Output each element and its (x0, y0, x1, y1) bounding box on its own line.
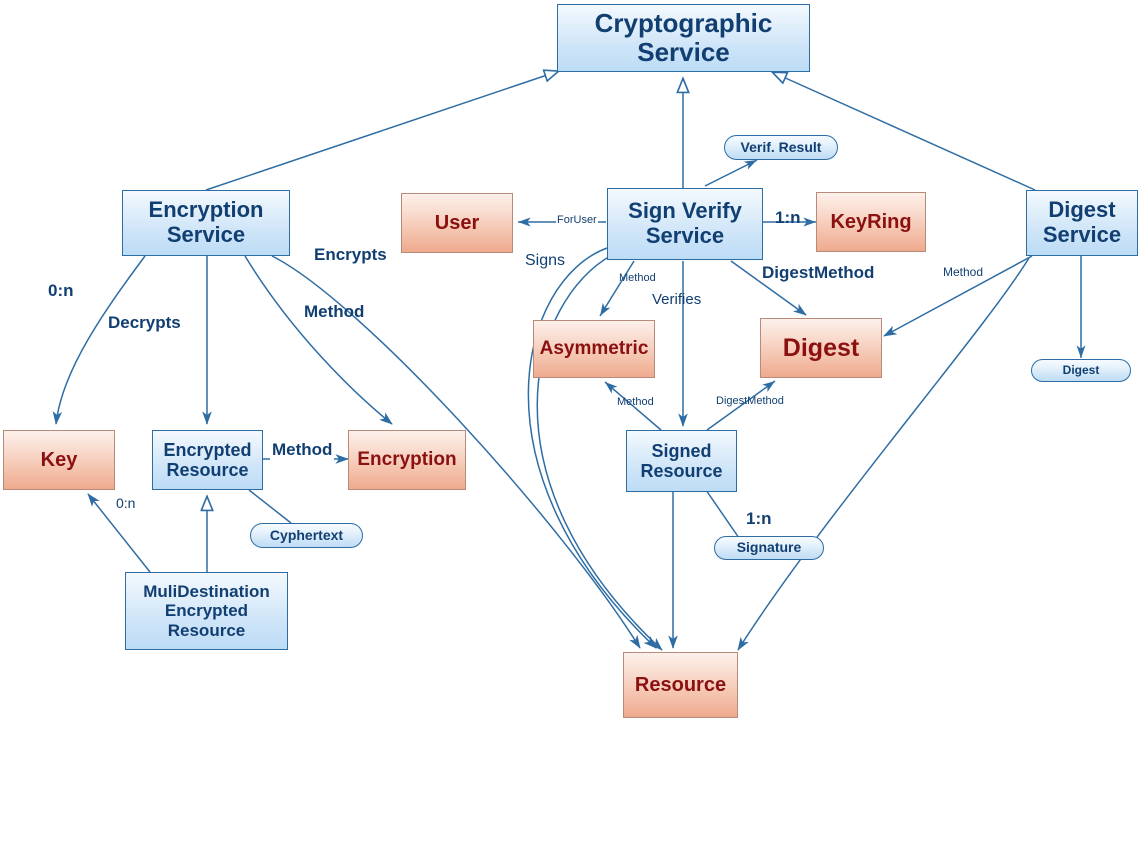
edge-encrypted-resource-to-cyphertext (248, 489, 292, 524)
node-asymmetric[interactable]: Asymmetric (533, 320, 655, 378)
edge-label-encrypts: Encrypts (314, 245, 387, 264)
edge-digest-service-to-resource (737, 257, 1030, 651)
edge-label-method-digest-service: Method (943, 265, 984, 279)
node-key[interactable]: Key (3, 430, 115, 490)
node-label: Key (40, 448, 78, 471)
edge-signed-resource-to-signature (705, 489, 740, 539)
node-label: Cyphertext (269, 526, 344, 543)
edge-sign-verify-service-to-asymmetric (599, 260, 635, 317)
node-digest-service[interactable]: Digest Service (1026, 190, 1138, 256)
node-label-line2: Encrypted (164, 601, 249, 621)
edge-label-method-signed-asymmetric: Method (617, 396, 654, 408)
node-encryption-service[interactable]: Encryption Service (122, 190, 290, 256)
node-label: Digest (1062, 362, 1100, 377)
edge-label-signs: Signs (525, 252, 566, 269)
node-encrypted-resource[interactable]: Encrypted Resource (152, 430, 263, 490)
node-encryption[interactable]: Encryption (348, 430, 466, 490)
node-label: User (434, 211, 480, 234)
node-label-line2: Service (645, 223, 725, 248)
edge-label-method-encrypted-resource-to-encryption: Method (270, 440, 335, 460)
node-digest-pill[interactable]: Digest (1031, 359, 1131, 382)
node-label-line1: Sign Verify (628, 198, 742, 224)
node-signature[interactable]: Signature (714, 536, 824, 560)
node-resource[interactable]: Resource (623, 652, 738, 718)
node-label-line3: Resource (167, 620, 246, 640)
node-label: Signature (736, 539, 802, 556)
node-label-line2: Service (1042, 222, 1122, 247)
node-label-line1: Signed (651, 440, 712, 461)
edge-sign-verify-service-to-verif-result (704, 159, 758, 187)
edge-label-decrypts: Decrypts (108, 313, 181, 332)
edge-label-method-encryption-service: Method (304, 302, 365, 321)
node-user[interactable]: User (401, 193, 513, 253)
node-label-line1: Digest (1048, 197, 1116, 223)
edge-label-zero-n-key: 0:n (48, 281, 74, 300)
node-label: Resource (634, 673, 727, 696)
diagram-canvas: Cryptographic Service Encryption Service… (0, 0, 1139, 865)
node-keyring[interactable]: KeyRing (816, 192, 926, 252)
node-digest[interactable]: Digest (760, 318, 882, 378)
node-label: Digest (782, 334, 860, 362)
edge-label-one-n-signature: 1:n (746, 509, 772, 528)
node-label-line1: MuliDestination (143, 582, 270, 602)
node-label: Verif. Result (740, 138, 822, 155)
node-label-line2: Resource (166, 460, 249, 480)
node-cyphertext[interactable]: Cyphertext (250, 523, 363, 548)
node-verif-result[interactable]: Verif. Result (724, 135, 838, 160)
edge-label-verifies: Verifies (652, 291, 702, 308)
edge-label-digest-method-signed: DigestMethod (716, 395, 784, 407)
edge-encryption-service-to-encryption (244, 255, 393, 425)
edge-label-digest-method-sign-verify: DigestMethod (762, 263, 875, 282)
node-signed-resource[interactable]: Signed Resource (626, 430, 737, 492)
node-multi-destination-encrypted-resource[interactable]: MuliDestination Encrypted Resource (125, 572, 288, 650)
edge-label-for-user: ForUser (556, 214, 598, 226)
node-label: KeyRing (830, 210, 912, 233)
edge-encryption-service-to-cryptographic-service (205, 71, 559, 191)
node-label-line2: Resource (640, 461, 723, 481)
node-cryptographic-service[interactable]: Cryptographic Service (557, 4, 810, 72)
edge-label-one-n-keyring: 1:n (775, 208, 801, 227)
node-label-line1: Cryptographic (594, 7, 773, 38)
node-label-line2: Service (637, 37, 730, 67)
node-label-line1: Encryption (148, 197, 264, 223)
node-label: Asymmetric (539, 338, 649, 360)
node-label-line1: Encrypted (163, 439, 252, 460)
node-sign-verify-service[interactable]: Sign Verify Service (607, 188, 763, 260)
node-label: Encryption (357, 449, 457, 471)
edge-digest-service-to-cryptographic-service (772, 72, 1036, 191)
edge-label-method-sign-verify-asymmetric: Method (619, 272, 656, 284)
node-label-line2: Service (166, 222, 246, 247)
edge-label-zero-n-multidest-key: 0:n (116, 495, 136, 511)
